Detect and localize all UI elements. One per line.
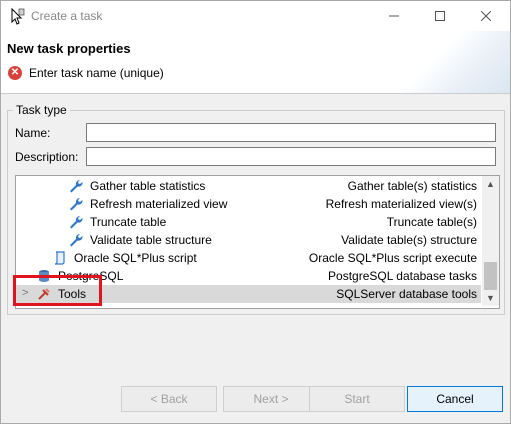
error-icon: ✕ <box>8 66 22 80</box>
tree-row-name: Gather table statistics <box>90 179 206 193</box>
tree-row-description: PostgreSQL database tasks <box>328 269 477 283</box>
validation-message: Enter task name (unique) <box>29 66 164 80</box>
wrench-icon <box>70 197 83 211</box>
next-button[interactable]: Next > <box>223 386 319 412</box>
tree-row-description: Refresh materialized view(s) <box>325 197 477 211</box>
tree-row[interactable]: Validate table structure Validate table(… <box>16 231 481 249</box>
tree-scrollbar[interactable]: ▲ ▼ <box>482 176 499 306</box>
name-field[interactable] <box>86 123 496 142</box>
tree-row-description: Oracle SQL*Plus script execute <box>308 251 477 265</box>
minimize-button[interactable] <box>371 1 417 31</box>
tree-row-name: Refresh materialized view <box>90 197 228 211</box>
app-cursor-icon <box>11 7 25 25</box>
close-button[interactable] <box>463 1 509 31</box>
tree-row-description: Gather table(s) statistics <box>347 179 477 193</box>
tree-row-description: Validate table(s) structure <box>341 233 477 247</box>
tree-row[interactable]: Truncate table Truncate table(s) <box>16 213 481 231</box>
tree-row[interactable]: Gather table statistics Gather table(s) … <box>16 177 481 195</box>
name-label: Name: <box>15 126 51 140</box>
tree-row-description: Truncate table(s) <box>386 215 477 229</box>
minimize-icon <box>389 15 399 17</box>
create-task-dialog: Create a task New task properties ✕ Ente… <box>0 0 511 424</box>
start-button[interactable]: Start <box>309 386 405 412</box>
scroll-up-icon[interactable]: ▲ <box>482 176 499 192</box>
tree-row-name: Oracle SQL*Plus script <box>74 251 197 265</box>
wrench-icon <box>70 215 83 229</box>
title-bar[interactable]: Create a task <box>1 1 510 31</box>
header-decoration <box>370 31 510 93</box>
wrench-icon <box>70 233 83 247</box>
tree-row-name: Truncate table <box>90 215 167 229</box>
close-icon <box>481 11 491 21</box>
wrench-icon <box>70 179 83 193</box>
dialog-header: New task properties ✕ Enter task name (u… <box>1 31 510 94</box>
tree-row[interactable]: Refresh materialized view Refresh materi… <box>16 195 481 213</box>
tree-row-name: Validate table structure <box>90 233 212 247</box>
window-title: Create a task <box>31 9 103 23</box>
script-icon <box>54 251 65 265</box>
tree-row-description: SQLServer database tools <box>336 287 477 301</box>
cancel-button[interactable]: Cancel <box>407 386 503 412</box>
description-label: Description: <box>15 150 79 164</box>
description-field[interactable] <box>86 147 496 166</box>
page-title: New task properties <box>7 41 131 56</box>
maximize-icon <box>435 11 445 21</box>
back-button[interactable]: < Back <box>121 386 217 412</box>
scroll-down-icon[interactable]: ▼ <box>482 290 499 306</box>
maximize-button[interactable] <box>417 1 463 31</box>
tree-row[interactable]: Oracle SQL*Plus script Oracle SQL*Plus s… <box>16 249 481 267</box>
annotation-highlight <box>13 275 102 306</box>
task-type-group-label: Task type <box>13 103 70 117</box>
scrollbar-thumb[interactable] <box>484 262 497 290</box>
